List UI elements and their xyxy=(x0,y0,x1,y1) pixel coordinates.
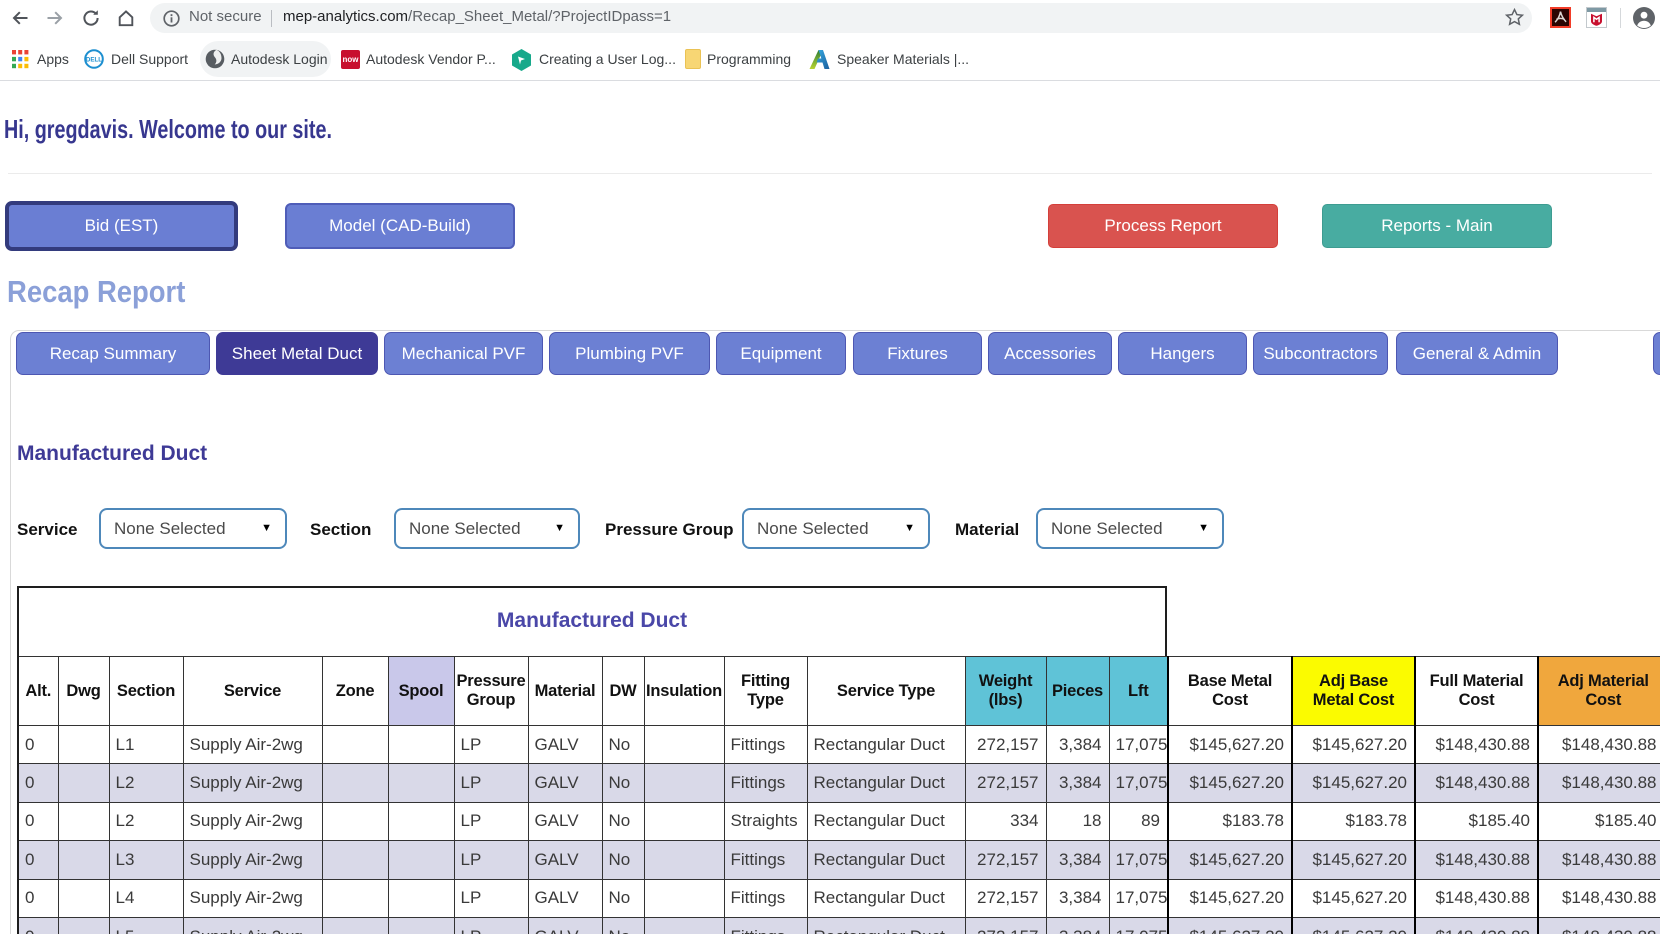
svg-text:DELL: DELL xyxy=(86,57,102,64)
